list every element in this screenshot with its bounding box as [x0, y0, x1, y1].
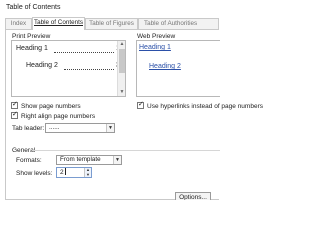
- scroll-down-arrow-icon[interactable]: ▼: [119, 89, 125, 96]
- tab-leader-dots: [64, 69, 114, 70]
- tab-index[interactable]: Index: [5, 18, 32, 29]
- print-preview-label: Print Preview: [12, 33, 51, 40]
- web-preview-label: Web Preview: [137, 33, 176, 40]
- tab-table-of-authorities[interactable]: Table of Authorities: [138, 18, 219, 29]
- show-page-numbers-checkbox[interactable]: ✓ Show page numbers: [11, 101, 81, 110]
- web-preview-link-heading-2[interactable]: Heading 2: [149, 63, 181, 70]
- preview-heading-2: Heading 2: [26, 62, 58, 69]
- show-levels-value: 2: [60, 169, 64, 176]
- checkmark-icon: ✓: [12, 111, 18, 118]
- title-bar: Table of Contents: [0, 0, 219, 16]
- tab-leader-dots: [54, 52, 114, 53]
- formats-label: Formats:: [16, 157, 42, 164]
- print-preview-scrollbar[interactable]: ▲ ▼: [117, 41, 125, 96]
- dropdown-arrow-icon[interactable]: ▼: [113, 156, 121, 164]
- checkbox-box[interactable]: ✓: [11, 101, 18, 109]
- show-levels-spinner[interactable]: 2 ▲ ▼: [56, 167, 92, 178]
- spin-down-icon[interactable]: ▼: [85, 173, 91, 177]
- use-hyperlinks-checkbox[interactable]: ✓ Use hyperlinks instead of page numbers: [137, 101, 263, 110]
- preview-heading-1: Heading 1: [16, 45, 48, 52]
- window-title: Table of Contents: [6, 4, 61, 11]
- web-preview-link-heading-1[interactable]: Heading 1: [139, 44, 171, 51]
- show-levels-label: Show levels:: [16, 170, 53, 177]
- spin-buttons[interactable]: ▲ ▼: [84, 168, 91, 177]
- use-hyperlinks-label: Use hyperlinks instead of page numbers: [147, 103, 263, 110]
- tab-leader-label: Tab leader:: [12, 125, 45, 132]
- right-align-page-numbers-checkbox[interactable]: ✓ Right align page numbers: [11, 111, 96, 120]
- tab-leader-dropdown[interactable]: ...... ▼: [45, 123, 115, 133]
- group-divider: [32, 150, 220, 151]
- scroll-thumb[interactable]: [119, 49, 125, 73]
- show-page-numbers-label: Show page numbers: [21, 103, 81, 110]
- dialog-footer: [5, 200, 219, 230]
- tab-strip: Index Table of Contents Table of Figures…: [5, 17, 219, 30]
- tab-leader-value: ......: [49, 124, 60, 131]
- web-preview-box[interactable]: Heading 1 Heading 2: [136, 40, 220, 97]
- text-caret: [64, 168, 66, 175]
- scroll-up-arrow-icon[interactable]: ▲: [119, 41, 125, 48]
- dropdown-arrow-icon[interactable]: ▼: [106, 124, 114, 132]
- checkmark-icon: ✓: [138, 101, 144, 108]
- right-align-page-numbers-label: Right align page numbers: [21, 113, 96, 120]
- tab-table-of-contents[interactable]: Table of Contents: [32, 17, 85, 30]
- checkmark-icon: ✓: [12, 101, 18, 108]
- tab-table-of-figures[interactable]: Table of Figures: [85, 18, 138, 29]
- checkbox-box[interactable]: ✓: [137, 101, 144, 109]
- formats-value: From template: [60, 156, 101, 163]
- checkbox-box[interactable]: ✓: [11, 111, 18, 119]
- formats-dropdown[interactable]: From template ▼: [56, 155, 122, 165]
- tab-panel: Print Preview Heading 1 1 Heading 2 3 ▲ …: [5, 29, 263, 204]
- print-preview-box[interactable]: Heading 1 1 Heading 2 3 ▲ ▼: [11, 40, 126, 97]
